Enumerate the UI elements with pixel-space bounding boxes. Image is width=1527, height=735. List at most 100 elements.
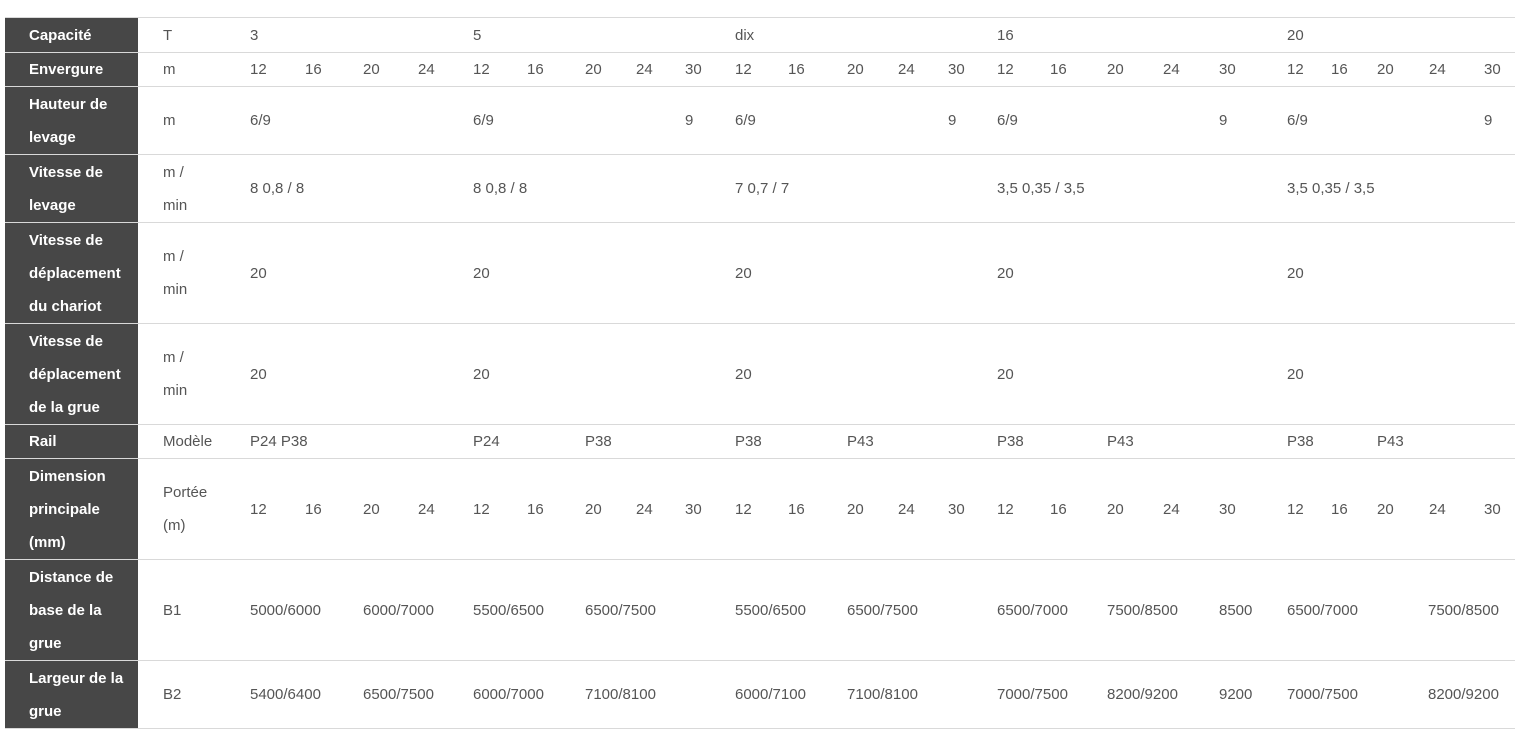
unit-cell: B1 [163, 601, 182, 619]
table-cell: 20 [1287, 264, 1304, 282]
table-cell: 20 [1287, 26, 1304, 44]
row-header: Hauteur de levage [5, 87, 138, 154]
table-row: Largeur de la grue B2 5400/6400 6500/7500 60… [5, 660, 1515, 729]
table-cell: 12 [735, 500, 752, 518]
table-cell: 8 0,8 / 8 [473, 180, 528, 197]
table-cell: 12 [735, 61, 752, 78]
table-cell: 7500/8500 [1107, 601, 1178, 619]
table-cell: 12 [1287, 61, 1304, 78]
table-cell: 20 [585, 61, 602, 78]
table-cell: 30 [948, 500, 965, 518]
table-cell: 20 [473, 365, 490, 383]
table-cell: 7100/8100 [585, 686, 656, 703]
unit-cell: B2 [163, 686, 182, 703]
row-header-label: Vitesse de levage [29, 163, 103, 214]
table-cell: 6/9 [735, 112, 756, 129]
table-cell: 24 [636, 500, 653, 518]
unit-cell: T [163, 26, 173, 44]
row-header-label: Hauteur de levage [29, 95, 108, 146]
table-row: Distance de base de la grue B1 5000/6000 60… [5, 559, 1515, 660]
table-cell: 16 [305, 500, 322, 518]
row-header: Vitesse de levage [5, 155, 138, 222]
row-header-label: Rail [29, 433, 57, 450]
table-cell: 20 [1107, 61, 1124, 78]
table-cell: 9 [1484, 112, 1493, 129]
table-cell: 6500/7500 [847, 601, 918, 619]
table-cell: 9 [948, 112, 957, 129]
spec-table: Capacité T 3 5 dix 16 20 Envergure m 12 16 20 24 12 16… [5, 17, 1515, 729]
table-cell: 20 [847, 61, 864, 78]
table-row: Vitesse de levage m / min 8 0,8 / 8 8 0,8 /… [5, 154, 1515, 222]
table-cell: 6/9 [473, 112, 494, 129]
row-header-label: Dimension principale (mm) [29, 467, 106, 551]
table-cell: P38 [585, 433, 612, 450]
table-cell: 9 [685, 112, 694, 129]
table-cell: P38 [735, 433, 762, 450]
table-cell: 30 [1484, 61, 1501, 78]
row-header: Largeur de la grue [5, 661, 138, 728]
table-cell: 20 [1287, 365, 1304, 383]
table-cell: P43 [1107, 433, 1134, 450]
table-cell: 12 [997, 500, 1014, 518]
table-cell: 3 [250, 26, 259, 44]
unit-cell: m / min [163, 248, 188, 298]
table-cell: dix [735, 26, 755, 44]
table-cell: 9 [1219, 112, 1228, 129]
table-cell: 5500/6500 [473, 601, 544, 619]
table-cell: 16 [527, 500, 544, 518]
table-cell: 20 [250, 365, 267, 383]
row-header: Capacité [5, 18, 138, 52]
table-cell: 20 [585, 500, 602, 518]
table-cell: 5400/6400 [250, 686, 321, 703]
table-cell: 6500/7000 [997, 601, 1068, 619]
table-cell: 6000/7000 [363, 601, 434, 619]
table-cell: P43 [847, 433, 874, 450]
table-cell: 20 [997, 264, 1014, 282]
unit-cell: m / min [163, 349, 188, 399]
table-row: Vitesse de déplacement de la grue m / min… [5, 323, 1515, 424]
row-header: Distance de base de la grue [5, 560, 138, 660]
table-cell: 24 [636, 61, 653, 78]
unit-cell: m [163, 112, 176, 129]
row-header: Vitesse de déplacement du chariot [5, 223, 138, 323]
table-row: Vitesse de déplacement du chariot m / min… [5, 222, 1515, 323]
table-row: Dimension principale (mm) Portée (m) 12 16 2… [5, 458, 1515, 559]
table-cell: 5000/6000 [250, 601, 321, 619]
table-cell: 8200/9200 [1428, 686, 1499, 703]
unit-cell: m [163, 61, 176, 78]
table-cell: 30 [948, 61, 965, 78]
table-cell: 16 [305, 61, 322, 78]
table-cell: 24 [898, 500, 915, 518]
table-cell: 12 [250, 500, 267, 518]
table-cell: 16 [1050, 61, 1067, 78]
table-cell: 7100/8100 [847, 686, 918, 703]
table-row: Hauteur de levage m 6/9 6/9 9 6/9 9 6/9 9 6/9 9 [5, 86, 1515, 154]
table-cell: P24 [473, 433, 500, 450]
table-cell: 20 [735, 264, 752, 282]
table-row: Envergure m 12 16 20 24 12 16 20 24 30 12 16 20 24 30 12… [5, 52, 1515, 86]
row-header-label: Vitesse de déplacement de la grue [29, 332, 121, 416]
table-cell: 30 [1219, 61, 1236, 78]
table-cell: 20 [473, 264, 490, 282]
table-cell: 30 [685, 61, 702, 78]
table-row: Rail Modèle P24 P38 P24 P38 P38 P43 P38 P43 P38 P4… [5, 424, 1515, 458]
unit-cell: Portée (m) [163, 484, 208, 534]
table-cell: 16 [1050, 500, 1067, 518]
table-cell: 24 [1163, 500, 1180, 518]
table-cell: 3,5 0,35 / 3,5 [997, 180, 1085, 197]
row-header: Dimension principale (mm) [5, 459, 138, 559]
table-cell: 24 [418, 500, 435, 518]
table-cell: 20 [1377, 61, 1394, 78]
table-cell: 24 [898, 61, 915, 78]
table-cell: 7000/7500 [997, 686, 1068, 703]
table-cell: 16 [527, 61, 544, 78]
table-cell: 20 [997, 365, 1014, 383]
table-cell: 20 [1107, 500, 1124, 518]
table-cell: 16 [1331, 61, 1348, 78]
table-cell: 20 [250, 264, 267, 282]
table-cell: 7500/8500 [1428, 601, 1499, 619]
row-header-label: Vitesse de déplacement du chariot [29, 231, 121, 315]
table-cell: 24 [1429, 61, 1446, 78]
table-cell: 8500 [1219, 601, 1253, 619]
table-cell: 24 [1163, 61, 1180, 78]
